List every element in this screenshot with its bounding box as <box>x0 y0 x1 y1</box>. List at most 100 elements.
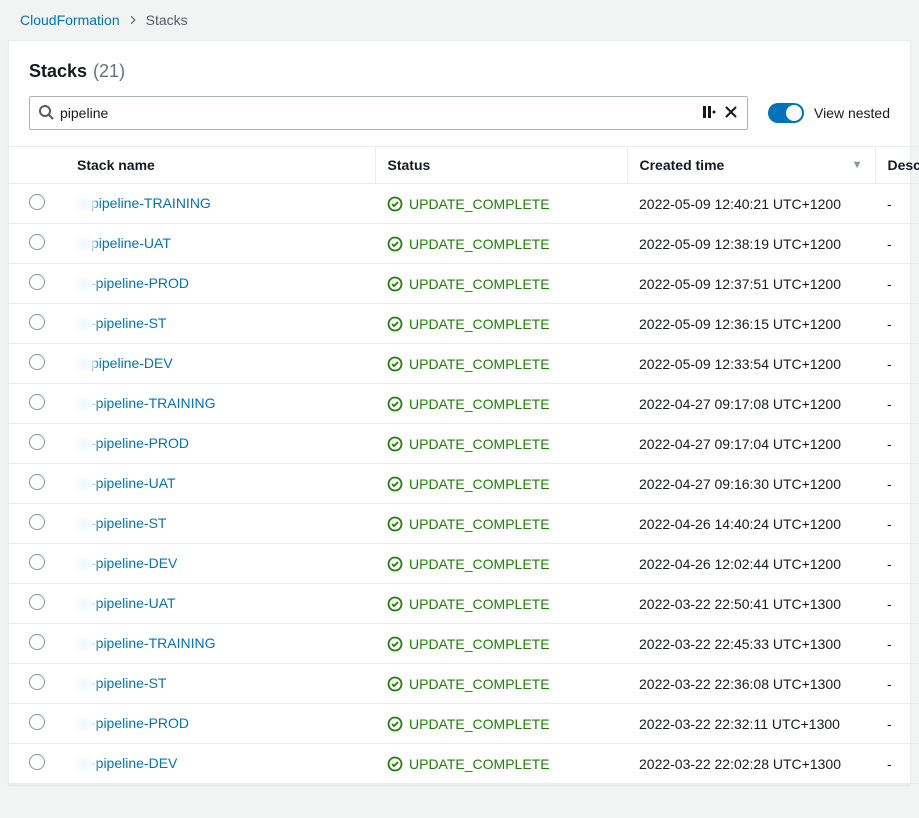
col-stack-name[interactable]: Stack name <box>65 147 375 184</box>
redacted-prefix <box>77 598 95 612</box>
table-row[interactable]: pipeline-TRAININGUPDATE_COMPLETE2022-05-… <box>9 184 919 224</box>
stack-name-link[interactable]: ·pipeline-TRAINING <box>91 635 215 651</box>
table-row[interactable]: ·pipeline-TRAINING UPDATE_COMPLETE 2022-03… <box>9 624 919 664</box>
stack-name-link[interactable]: pipeline-DEV <box>91 355 173 371</box>
redacted-prefix <box>77 678 95 692</box>
created-time: 2022-05-09 12:38:19 UTC+1200 <box>627 224 875 264</box>
created-time: 2022-04-27 09:17:08 UTC+1200 <box>627 384 875 424</box>
table-row[interactable]: -pipeline-TRAININGUPDATE_COMPLETE2022-04… <box>9 384 919 424</box>
row-radio[interactable] <box>29 274 45 290</box>
row-radio[interactable] <box>29 554 45 570</box>
redacted-prefix <box>77 438 95 452</box>
status-text: UPDATE_COMPLETE <box>409 356 550 372</box>
col-status[interactable]: Status <box>375 147 627 184</box>
description-cell: - <box>875 744 919 784</box>
view-nested-toggle[interactable] <box>768 103 804 123</box>
row-radio[interactable] <box>29 434 45 450</box>
row-radio[interactable] <box>29 354 45 370</box>
status-text: UPDATE_COMPLETE <box>409 276 550 292</box>
stack-name-link[interactable]: -pipeline-ST <box>91 515 166 531</box>
col-created-label: Created time <box>640 157 725 173</box>
table-row[interactable]: ·pipeline-UATUPDATE_COMPLETE2022-03-22 2… <box>9 584 919 624</box>
created-time: 2022-03-22 22:36:08 UTC+1300 <box>627 664 875 704</box>
row-radio[interactable] <box>29 674 45 690</box>
stack-name-link[interactable]: -pipeline-PROD <box>91 275 189 291</box>
stack-name-link[interactable]: pipeline-TRAINING <box>91 195 211 211</box>
status-text: UPDATE_COMPLETE <box>409 636 550 652</box>
search-icon <box>38 104 54 123</box>
row-radio[interactable] <box>29 514 45 530</box>
description-cell: - <box>875 184 919 224</box>
created-time: 2022-03-22 22:45:33 UTC+1300 <box>627 624 875 664</box>
stack-name-link[interactable]: -pipeline-UAT <box>91 475 176 491</box>
row-radio[interactable] <box>29 194 45 210</box>
row-radio[interactable] <box>29 234 45 250</box>
stack-name-link[interactable]: ·pipeline-ST <box>91 675 166 691</box>
table-row[interactable]: -pipeline-STUPDATE_COMPLETE2022-05-09 12… <box>9 304 919 344</box>
panel-title-text: Stacks <box>29 61 87 82</box>
status-success-icon <box>387 676 403 692</box>
table-row[interactable]: -pipeline-PRODUPDATE_COMPLETE2022-05-09 … <box>9 264 919 304</box>
table-row[interactable]: pipeline-DEVUPDATE_COMPLETE2022-05-09 12… <box>9 344 919 384</box>
stack-name-link[interactable]: -pipeline-PROD <box>91 435 189 451</box>
stack-name-link[interactable]: -pipeline-ST <box>91 315 166 331</box>
description-cell: - <box>875 704 919 744</box>
table-row[interactable]: -pipeline-PRODUPDATE_COMPLETE2022-04-27 … <box>9 424 919 464</box>
row-radio[interactable] <box>29 474 45 490</box>
redacted-prefix <box>77 278 95 292</box>
col-description[interactable]: Descr <box>875 147 919 184</box>
stack-name-link[interactable]: ·pipeline-PROD <box>91 715 189 731</box>
table-row[interactable]: pipeline-UATUPDATE_COMPLETE2022-05-09 12… <box>9 224 919 264</box>
col-select <box>9 147 65 184</box>
table-row[interactable]: ·pipeline-DEVUPDATE_COMPLETE2022-03-22 2… <box>9 744 919 784</box>
description-cell: - <box>875 264 919 304</box>
search-input-wrap[interactable] <box>29 96 748 130</box>
status-success-icon <box>387 756 403 772</box>
status-success-icon <box>387 596 403 612</box>
status-success-icon <box>387 236 403 252</box>
table-row[interactable]: ·pipeline-PRODUPDATE_COMPLETE2022-03-22 … <box>9 704 919 744</box>
panel-count: (21) <box>93 61 125 82</box>
status-text: UPDATE_COMPLETE <box>409 436 550 452</box>
view-nested-label: View nested <box>814 105 890 121</box>
table-row[interactable]: -pipeline-UATUPDATE_COMPLETE2022-04-27 0… <box>9 464 919 504</box>
row-radio[interactable] <box>29 754 45 770</box>
search-input[interactable] <box>54 105 701 121</box>
breadcrumb-root[interactable]: CloudFormation <box>20 12 120 28</box>
created-time: 2022-03-22 22:50:41 UTC+1300 <box>627 584 875 624</box>
col-created-time[interactable]: Created time ▼ <box>627 147 875 184</box>
stack-name-link[interactable]: ·pipeline-UAT <box>91 595 176 611</box>
status-success-icon <box>387 636 403 652</box>
row-radio[interactable] <box>29 714 45 730</box>
description-cell: - <box>875 664 919 704</box>
redacted-prefix <box>77 718 95 732</box>
description-cell: - <box>875 424 919 464</box>
status-success-icon <box>387 196 403 212</box>
description-cell: - <box>875 384 919 424</box>
redacted-prefix <box>77 398 95 412</box>
table-row[interactable]: -pipeline-DEVUPDATE_COMPLETE2022-04-26 1… <box>9 544 919 584</box>
clear-search-icon[interactable] <box>723 104 739 123</box>
description-cell: - <box>875 344 919 384</box>
match-icon[interactable] <box>701 104 717 123</box>
description-cell: - <box>875 224 919 264</box>
stack-name-link[interactable]: -pipeline-DEV <box>91 555 177 571</box>
row-radio[interactable] <box>29 394 45 410</box>
status-text: UPDATE_COMPLETE <box>409 716 550 732</box>
status-text: UPDATE_COMPLETE <box>409 516 550 532</box>
row-radio[interactable] <box>29 314 45 330</box>
stack-name-link[interactable]: -pipeline-TRAINING <box>91 395 215 411</box>
redacted-prefix <box>77 518 95 532</box>
status-success-icon <box>387 356 403 372</box>
breadcrumb: CloudFormation Stacks <box>0 0 919 40</box>
stack-name-link[interactable]: pipeline-UAT <box>91 235 171 251</box>
created-time: 2022-05-09 12:40:21 UTC+1200 <box>627 184 875 224</box>
status-success-icon <box>387 316 403 332</box>
created-time: 2022-04-27 09:16:30 UTC+1200 <box>627 464 875 504</box>
row-radio[interactable] <box>29 634 45 650</box>
row-radio[interactable] <box>29 594 45 610</box>
stack-name-link[interactable]: ·pipeline-DEV <box>91 755 177 771</box>
status-text: UPDATE_COMPLETE <box>409 316 550 332</box>
table-row[interactable]: -pipeline-STUPDATE_COMPLETE2022-04-26 14… <box>9 504 919 544</box>
table-row[interactable]: ·pipeline-STUPDATE_COMPLETE2022-03-22 22… <box>9 664 919 704</box>
